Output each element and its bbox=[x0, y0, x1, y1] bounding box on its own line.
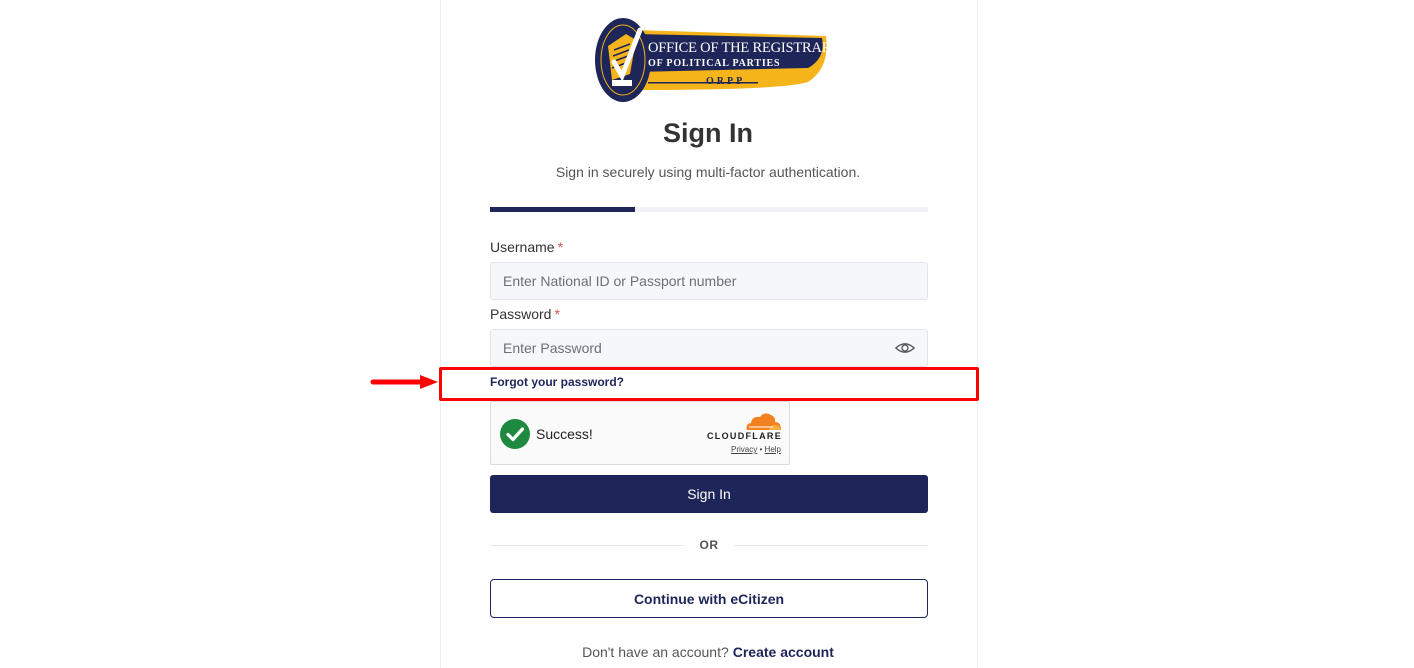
password-required-mark: * bbox=[554, 306, 560, 322]
sign-in-button[interactable]: Sign In bbox=[490, 475, 928, 513]
page-subtitle: Sign in securely using multi-factor auth… bbox=[555, 164, 861, 180]
password-label-text: Password bbox=[490, 306, 552, 322]
pointer-arrow-icon bbox=[370, 375, 438, 389]
cloudflare-cloud-icon bbox=[746, 413, 781, 430]
page-title: Sign In bbox=[663, 118, 753, 148]
username-field-wrapper bbox=[490, 262, 928, 300]
captcha-links: Privacy • Help bbox=[731, 445, 781, 454]
create-account-link[interactable]: Create account bbox=[733, 644, 834, 660]
cloudflare-captcha-widget[interactable]: Success! CLOUDFLARE Privacy • Help bbox=[490, 401, 790, 465]
password-field-wrapper bbox=[490, 329, 928, 367]
highlight-box bbox=[439, 367, 979, 401]
divider-line-right bbox=[734, 545, 928, 546]
captcha-link-separator: • bbox=[759, 445, 763, 454]
username-label-text: Username bbox=[490, 239, 555, 255]
signup-prompt-text: Don't have an account? bbox=[582, 644, 729, 660]
password-input[interactable] bbox=[491, 330, 927, 366]
username-label: Username * bbox=[490, 239, 563, 255]
captcha-status: Success! bbox=[536, 426, 593, 442]
check-circle-icon bbox=[500, 419, 530, 449]
captcha-privacy-link[interactable]: Privacy bbox=[731, 445, 757, 454]
divider-line-left bbox=[490, 545, 684, 546]
logo-line-3: ORPP bbox=[706, 76, 746, 87]
eye-icon[interactable] bbox=[895, 339, 915, 357]
signup-prompt: Don't have an account? Create account bbox=[440, 644, 976, 660]
username-input[interactable] bbox=[491, 263, 927, 299]
password-label: Password * bbox=[490, 306, 560, 322]
continue-with-ecitizen-button[interactable]: Continue with eCitizen bbox=[490, 579, 928, 618]
step-progress-fill bbox=[490, 207, 635, 212]
cloudflare-brand: CLOUDFLARE bbox=[707, 431, 782, 441]
step-progress-bar bbox=[490, 207, 928, 212]
username-required-mark: * bbox=[557, 239, 564, 255]
logo-line-1: OFFICE OF THE REGISTRAR bbox=[648, 40, 832, 56]
logo-line-2: OF POLITICAL PARTIES bbox=[648, 58, 781, 69]
or-divider-label: OR bbox=[699, 538, 719, 552]
captcha-help-link[interactable]: Help bbox=[765, 445, 781, 454]
